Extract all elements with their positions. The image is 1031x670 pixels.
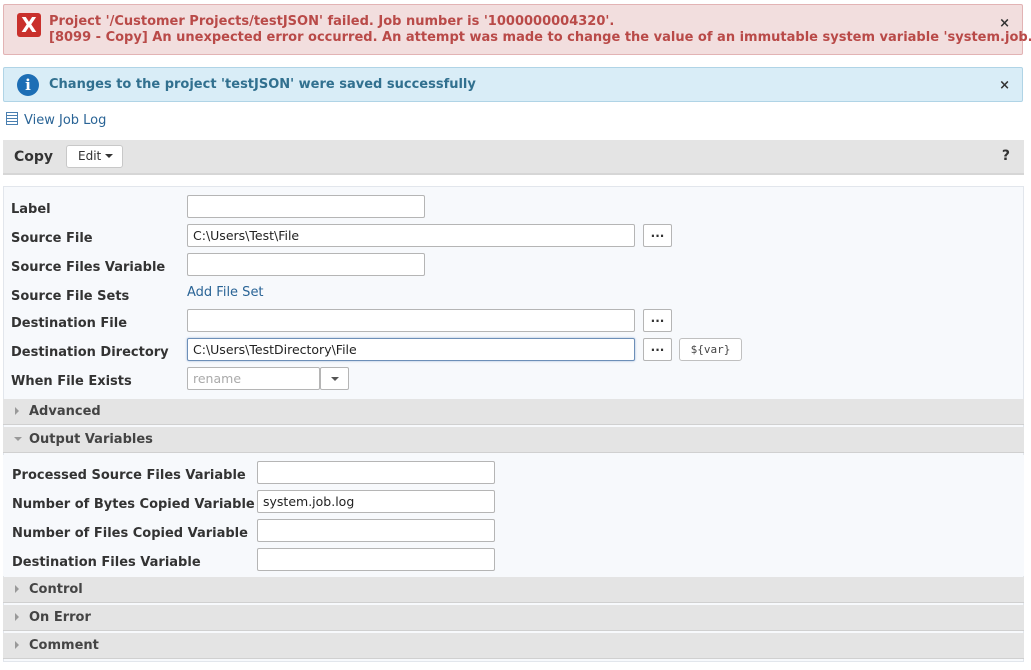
info-icon: i — [17, 74, 39, 96]
section-output-variables[interactable]: Output Variables — [3, 427, 1024, 453]
caret-down-icon — [331, 377, 339, 381]
expand-icon — [15, 585, 19, 593]
edit-dropdown-button[interactable]: Edit — [66, 145, 123, 168]
task-toolbar: Copy Edit ? — [3, 140, 1024, 175]
collapse-icon — [14, 437, 22, 441]
expand-icon — [15, 641, 19, 649]
when-file-exists-placeholder: rename — [193, 371, 242, 386]
processed-source-files-label: Processed Source Files Variable — [12, 468, 246, 483]
view-job-log-link[interactable]: View Job Log — [6, 112, 106, 128]
caret-down-icon — [105, 154, 114, 158]
source-file-label: Source File — [11, 231, 93, 246]
destination-files-input[interactable] — [257, 548, 495, 571]
files-copied-label: Number of Files Copied Variable — [12, 526, 248, 541]
destination-directory-input[interactable]: C:\Users\TestDirectory\File — [187, 338, 635, 361]
document-icon — [6, 112, 18, 125]
source-file-sets-label: Source File Sets — [11, 289, 130, 304]
error-close-icon[interactable]: × — [999, 16, 1010, 31]
section-control[interactable]: Control — [3, 577, 1024, 603]
task-title: Copy — [14, 149, 54, 165]
when-file-exists-dropdown-button[interactable] — [320, 367, 349, 390]
error-alert: X Project '/Customer Projects/testJSON' … — [3, 4, 1031, 55]
source-file-browse-button[interactable]: ... — [643, 224, 672, 247]
destination-file-input[interactable] — [187, 309, 635, 332]
label-field-label: Label — [11, 202, 51, 217]
section-output-variables-title: Output Variables — [29, 432, 153, 447]
help-icon[interactable]: ? — [1002, 148, 1010, 164]
processed-source-files-input[interactable] — [257, 461, 495, 484]
section-control-title: Control — [29, 582, 83, 597]
section-comment-title: Comment — [29, 638, 99, 653]
info-alert: i Changes to the project 'testJSON' were… — [3, 67, 1023, 102]
info-close-icon[interactable]: × — [999, 78, 1010, 93]
expand-icon — [15, 613, 19, 621]
destination-file-label: Destination File — [11, 316, 128, 331]
source-files-variable-input[interactable] — [187, 253, 425, 276]
source-file-input[interactable]: C:\Users\Test\File — [187, 224, 635, 247]
section-on-error-title: On Error — [29, 610, 91, 625]
error-message-line2: [8099 - Copy] An unexpected error occurr… — [49, 30, 1031, 45]
info-message: Changes to the project 'testJSON' were s… — [49, 77, 476, 92]
bytes-copied-label: Number of Bytes Copied Variable — [12, 497, 255, 512]
destination-files-label: Destination Files Variable — [12, 555, 201, 570]
label-input[interactable] — [187, 195, 425, 218]
source-files-variable-label: Source Files Variable — [11, 260, 166, 275]
section-on-error[interactable]: On Error — [3, 605, 1024, 631]
destination-file-browse-button[interactable]: ... — [643, 309, 672, 332]
when-file-exists-label: When File Exists — [11, 374, 132, 389]
expand-icon — [15, 407, 19, 415]
destination-directory-browse-button[interactable]: ... — [643, 338, 672, 361]
files-copied-input[interactable] — [257, 519, 495, 542]
section-advanced-title: Advanced — [29, 404, 101, 419]
section-comment[interactable]: Comment — [3, 633, 1024, 659]
edit-label: Edit — [78, 149, 102, 163]
error-icon: X — [17, 13, 41, 37]
bytes-copied-input[interactable]: system.job.log — [257, 490, 495, 513]
when-file-exists-select[interactable]: rename — [187, 367, 320, 390]
insert-variable-button[interactable]: ${var} — [679, 338, 742, 361]
error-message-line1: Project '/Customer Projects/testJSON' fa… — [49, 14, 615, 29]
add-file-set-link[interactable]: Add File Set — [187, 285, 264, 300]
destination-directory-label: Destination Directory — [11, 345, 169, 360]
view-job-log-label: View Job Log — [24, 113, 107, 128]
section-advanced[interactable]: Advanced — [3, 399, 1024, 425]
